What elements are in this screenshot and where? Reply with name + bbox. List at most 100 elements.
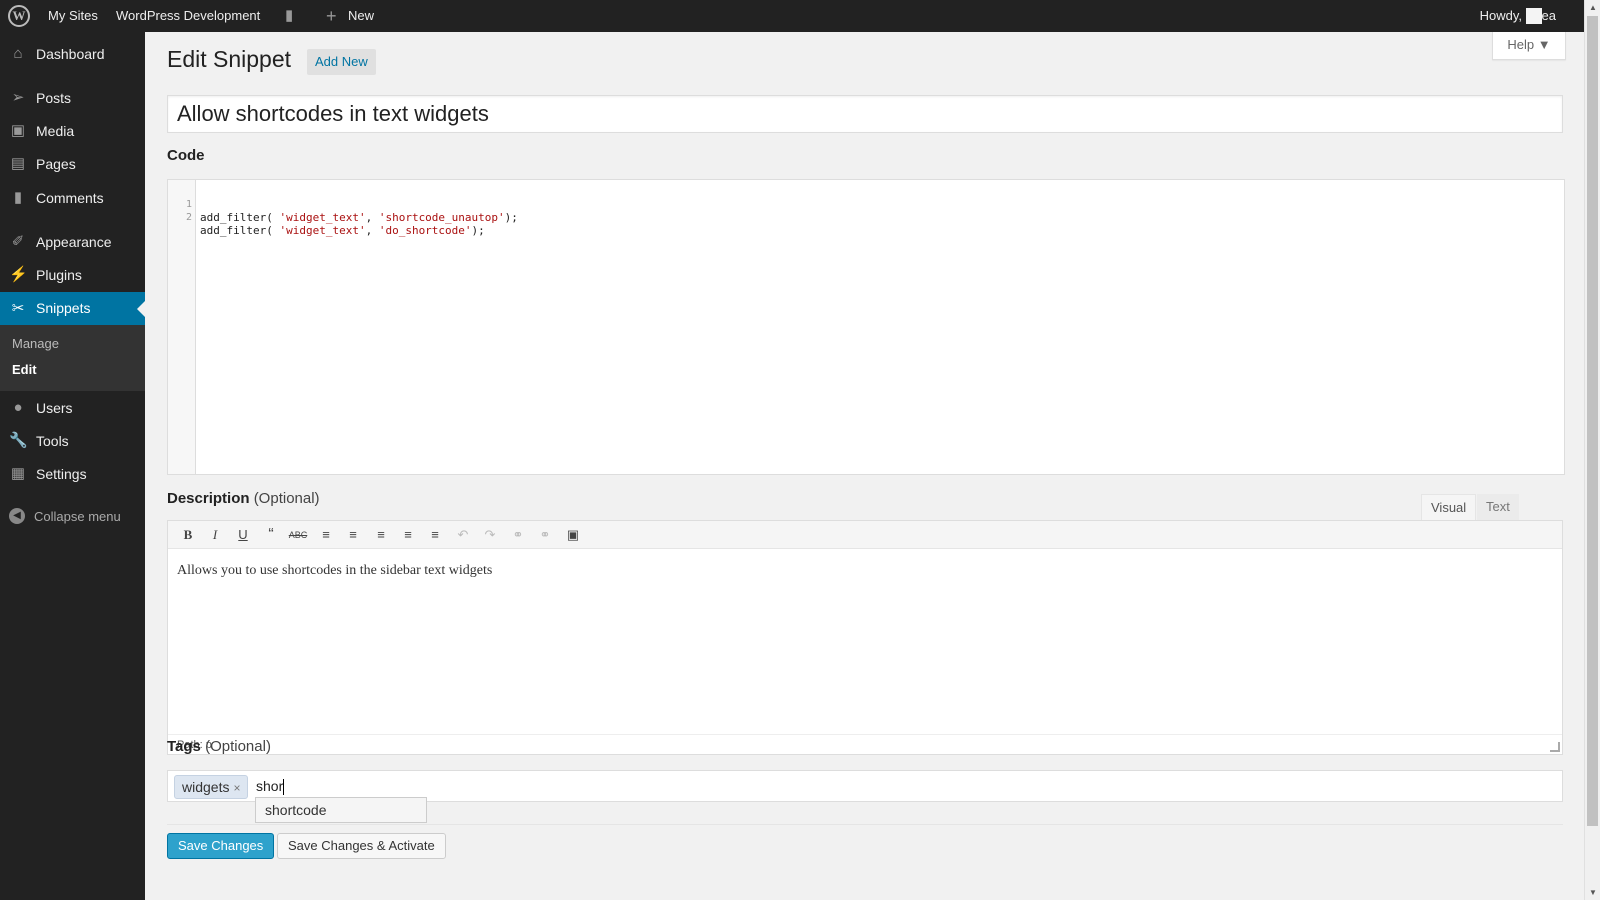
add-new-button[interactable]: Add New [307, 49, 376, 75]
bullet-list-icon[interactable]: ≡ [315, 524, 337, 546]
link-icon[interactable]: ⚭ [507, 524, 529, 546]
media-icon: ▣ [10, 122, 26, 139]
tab-visual[interactable]: Visual [1421, 494, 1477, 520]
sidebar-item-label: Plugins [36, 267, 82, 283]
sidebar-item-label: Tools [36, 433, 69, 449]
howdy-user-link[interactable]: Howdy, Shea [1480, 0, 1556, 32]
align-center-icon[interactable]: ≡ [397, 524, 419, 546]
code-token: ); [471, 224, 485, 237]
submenu-item-edit[interactable]: Edit [12, 362, 37, 377]
tab-text[interactable]: Text [1477, 494, 1519, 520]
tags-label-text: Tags [167, 738, 201, 755]
fullscreen-icon[interactable]: ▣ [562, 524, 584, 546]
blockquote-icon[interactable]: “ [260, 524, 282, 546]
code-label: Code [167, 147, 205, 164]
italic-icon[interactable]: I [204, 524, 226, 546]
submenu-item-manage[interactable]: Manage [12, 336, 59, 351]
sidebar-item-label: Posts [36, 90, 72, 106]
sidebar-item-users[interactable]: ● Users [0, 391, 145, 425]
numbered-list-icon[interactable]: ≡ [342, 524, 364, 546]
align-left-icon[interactable]: ≡ [370, 524, 392, 546]
collapse-menu-label: Collapse menu [34, 509, 121, 524]
optional-hint: (Optional) [253, 490, 320, 507]
code-token: add_filter( [200, 211, 280, 224]
unlink-icon[interactable]: ⚭ [534, 524, 556, 546]
tag-chip-label: widgets [182, 779, 230, 795]
new-content-link[interactable]: New [348, 0, 374, 32]
sidebar-item-label: Media [36, 123, 75, 139]
user-icon: ● [13, 399, 23, 416]
scroll-up-icon[interactable]: ▲ [1589, 3, 1597, 12]
page-scrollbar[interactable]: ▲ ▼ [1584, 0, 1600, 900]
code-line: 1 add_filter( 'widget_text', 'shortcode_… [168, 185, 518, 224]
resize-handle-icon[interactable] [1550, 742, 1560, 752]
collapse-arrow-icon: ◀ [9, 508, 25, 524]
dashboard-icon: ⌂ [13, 45, 23, 62]
snippet-title-input[interactable]: Allow shortcodes in text widgets [167, 95, 1563, 133]
current-menu-arrow [137, 301, 145, 317]
code-line: 2 add_filter( 'widget_text', 'do_shortco… [168, 198, 485, 237]
my-sites-link[interactable]: My Sites [48, 0, 98, 32]
sidebar-item-label: Users [36, 400, 73, 416]
align-right-icon[interactable]: ≡ [424, 524, 446, 546]
code-string: 'do_shortcode' [378, 224, 472, 237]
page-title: Edit Snippet [167, 46, 292, 72]
tags-label: Tags (Optional) [167, 738, 271, 755]
avatar[interactable] [1526, 8, 1542, 24]
line-number: 2 [185, 212, 192, 223]
comments-bubble-icon[interactable]: ▮ [285, 0, 293, 32]
description-label-text: Description [167, 490, 250, 507]
tag-chip: widgets × [174, 775, 249, 799]
editor-status-bar: Path: p [168, 734, 1562, 754]
plus-icon[interactable]: + [326, 0, 337, 32]
scroll-down-icon[interactable]: ▼ [1589, 888, 1597, 897]
settings-icon: ▦ [10, 465, 26, 482]
bold-icon[interactable]: B [177, 524, 199, 546]
sidebar-item-comments[interactable]: ▮ Comments [0, 181, 145, 215]
remove-tag-icon[interactable]: × [233, 781, 240, 795]
code-string: 'shortcode_unautop' [378, 211, 505, 224]
sidebar-item-plugins[interactable]: ⚡ Plugins [0, 258, 145, 292]
sidebar-item-label: Settings [36, 466, 87, 482]
collapse-menu-button[interactable]: ◀ Collapse menu [0, 502, 145, 532]
sidebar-item-label: Comments [36, 190, 104, 206]
admin-bar: W My Sites WordPress Development ▮ + New… [0, 0, 1584, 32]
redo-icon[interactable]: ↷ [479, 524, 501, 546]
sidebar-item-label: Appearance [36, 234, 112, 250]
sidebar-item-dashboard[interactable]: ⌂ Dashboard [0, 37, 145, 71]
tag-input-value: shor [256, 778, 284, 794]
sidebar-item-media[interactable]: ▣ Media [0, 114, 145, 148]
sidebar-item-pages[interactable]: ▤ Pages [0, 147, 145, 181]
wordpress-logo-icon[interactable]: W [8, 5, 30, 27]
optional-hint: (Optional) [205, 738, 271, 755]
description-label: Description (Optional) [167, 490, 320, 507]
paintbrush-icon: ✐ [11, 233, 25, 250]
help-tab-button[interactable]: Help ▼ [1492, 32, 1566, 60]
scrollbar-thumb[interactable] [1587, 16, 1598, 826]
wrench-icon: 🔧 [9, 432, 28, 449]
code-string: 'widget_text' [279, 224, 366, 237]
sidebar-item-tools[interactable]: 🔧 Tools [0, 424, 145, 458]
sidebar-item-snippets[interactable]: ✂ Snippets [0, 292, 145, 325]
divider [167, 824, 1563, 825]
sidebar-item-posts[interactable]: ➢ Posts [0, 81, 145, 115]
site-name-link[interactable]: WordPress Development [116, 0, 260, 32]
code-editor[interactable]: 1 add_filter( 'widget_text', 'shortcode_… [167, 179, 1565, 475]
undo-icon[interactable]: ↶ [452, 524, 474, 546]
sidebar-item-settings[interactable]: ▦ Settings [0, 457, 145, 491]
sidebar-item-label: Snippets [36, 300, 91, 316]
description-body[interactable]: Allows you to use shortcodes in the side… [177, 563, 492, 579]
main-content: Help ▼ Edit Snippet Add New Allow shortc… [145, 32, 1584, 900]
underline-icon[interactable]: U [232, 524, 254, 546]
editor-toolbar: B I U “ ABC ≡ ≡ ≡ ≡ ≡ ↶ ↷ ⚭ ⚭ ▣ [168, 521, 1562, 549]
sidebar-item-label: Dashboard [36, 46, 105, 62]
snippets-submenu: Manage Edit [0, 325, 145, 391]
description-editor[interactable]: B I U “ ABC ≡ ≡ ≡ ≡ ≡ ↶ ↷ ⚭ ⚭ ▣ Allows y… [167, 520, 1563, 755]
tag-suggestion[interactable]: shortcode [255, 797, 427, 823]
save-changes-button[interactable]: Save Changes [167, 833, 275, 859]
code-token: , [365, 224, 379, 237]
comments-icon: ▮ [13, 189, 23, 206]
strikethrough-icon[interactable]: ABC [287, 524, 309, 546]
sidebar-item-appearance[interactable]: ✐ Appearance [0, 225, 145, 259]
save-activate-button[interactable]: Save Changes & Activate [277, 833, 446, 859]
